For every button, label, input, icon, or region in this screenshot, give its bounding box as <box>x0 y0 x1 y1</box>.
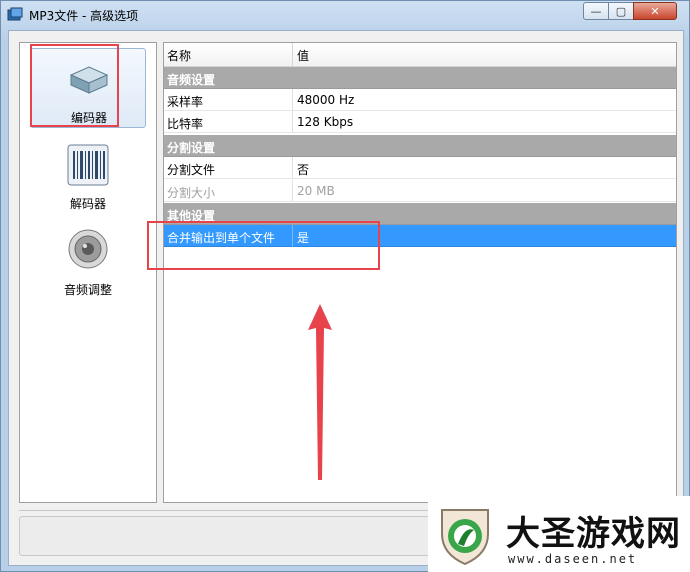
column-header-value[interactable]: 值 <box>297 47 309 64</box>
property-name: 分割文件 <box>167 163 216 177</box>
window-title: MP3文件 - 高级选项 <box>29 9 139 23</box>
maximize-button[interactable]: ▢ <box>608 2 634 20</box>
property-value[interactable]: 128 Kbps <box>297 115 353 129</box>
property-value: 20 MB <box>297 184 335 198</box>
highlight-box-merge-row <box>147 221 380 270</box>
highlight-box-encoder <box>30 44 119 127</box>
barcode-decoder-icon <box>67 144 109 186</box>
sidebar-item-label: 解码器 <box>69 197 106 211</box>
column-divider <box>292 89 293 111</box>
table-row: 分割大小 20 MB <box>164 180 676 202</box>
column-divider <box>292 111 293 133</box>
section-title: 音频设置 <box>167 73 216 87</box>
section-header-audio: 音频设置 <box>164 67 676 89</box>
column-divider <box>292 180 293 202</box>
grid-header: 名称 值 <box>164 43 676 67</box>
property-grid: 名称 值 音频设置 采样率 48000 Hz 比特率 128 Kbps 分割设置 <box>163 42 677 503</box>
sidebar-item-label: 音频调整 <box>63 283 112 297</box>
table-row[interactable]: 比特率 128 Kbps <box>164 111 676 133</box>
section-title: 分割设置 <box>167 141 216 155</box>
table-row[interactable]: 采样率 48000 Hz <box>164 89 676 111</box>
table-row[interactable]: 分割文件 否 <box>164 157 676 179</box>
property-value[interactable]: 否 <box>297 161 309 178</box>
property-name: 分割大小 <box>167 186 216 200</box>
speaker-icon <box>68 229 108 269</box>
section-header-split: 分割设置 <box>164 135 676 157</box>
minimize-button[interactable]: — <box>583 2 609 20</box>
column-header-name[interactable]: 名称 <box>167 47 191 64</box>
watermark: 大圣游戏网 www.daseen.net <box>428 496 690 572</box>
property-name: 比特率 <box>167 117 204 131</box>
close-button[interactable]: ✕ <box>633 2 677 20</box>
red-arrow-annotation <box>308 304 332 480</box>
property-value[interactable]: 48000 Hz <box>297 93 354 107</box>
watermark-url: www.daseen.net <box>508 552 638 566</box>
sidebar-item-decoder[interactable]: 解码器 <box>30 143 146 223</box>
watermark-title: 大圣游戏网 <box>506 514 681 554</box>
column-divider <box>292 157 293 179</box>
title-bar[interactable]: MP3文件 - 高级选项 — ▢ ✕ <box>1 1 689 29</box>
button-bar <box>19 516 439 556</box>
watermark-logo-icon <box>441 509 489 566</box>
column-divider[interactable] <box>292 43 293 66</box>
property-name: 采样率 <box>167 95 204 109</box>
sidebar-item-audio-adjust[interactable]: 音频调整 <box>30 227 146 307</box>
app-icon <box>7 7 23 21</box>
